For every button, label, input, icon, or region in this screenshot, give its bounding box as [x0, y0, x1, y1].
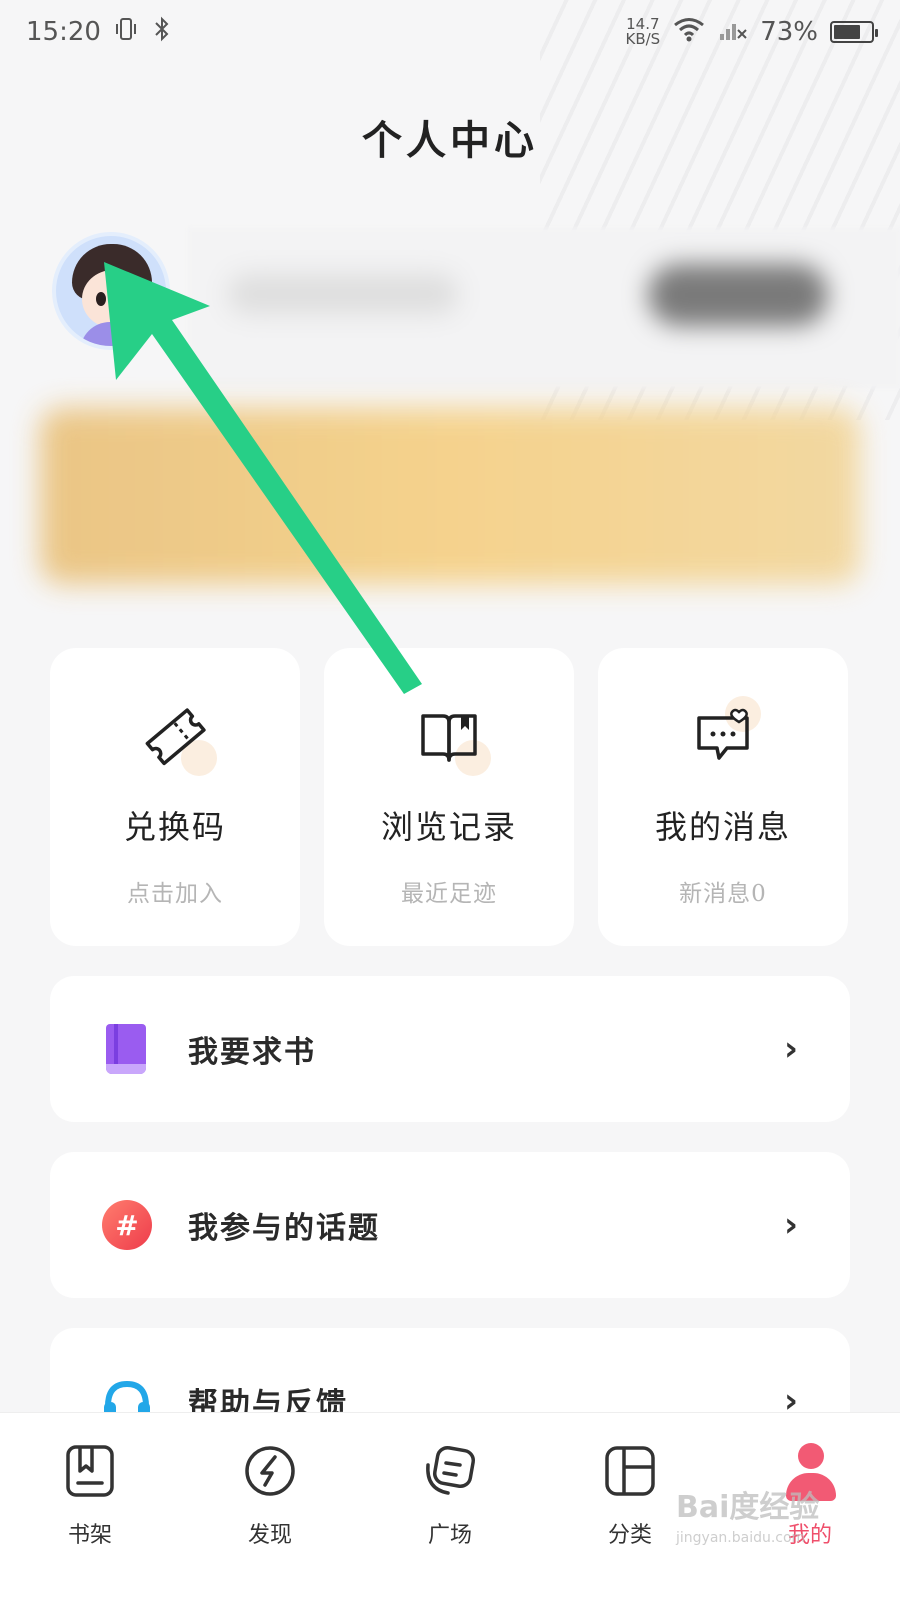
nav-bookshelf[interactable]: 书架 — [20, 1443, 160, 1549]
my-messages-card[interactable]: 我的消息 新消息0 — [598, 648, 848, 946]
vibrate-icon — [113, 16, 139, 49]
vip-banner-blurred[interactable] — [40, 408, 860, 584]
book-icon-shape — [106, 1024, 146, 1074]
watermark-brand: Bai度经验 — [676, 1490, 820, 1525]
nav-square[interactable]: 广场 — [380, 1443, 520, 1549]
battery-level — [834, 25, 860, 39]
nav-bookshelf-label: 书架 — [67, 1523, 112, 1548]
profile-info-blurred — [188, 228, 900, 388]
bluetooth-icon — [151, 16, 173, 49]
status-time: 15:20 — [26, 17, 101, 47]
my-topics-row[interactable]: # 我参与的话题 › — [50, 1152, 850, 1298]
redeem-code-subtitle: 点击加入 — [127, 881, 223, 907]
status-left: 15:20 — [26, 16, 173, 49]
avatar-body — [80, 322, 150, 346]
avatar-face — [82, 270, 144, 328]
net-speed: 14.7 KB/S — [626, 17, 661, 47]
ticket-icon — [143, 704, 217, 776]
battery-icon — [830, 21, 878, 43]
browse-history-subtitle: 最近足迹 — [401, 881, 497, 907]
compass-icon — [245, 1446, 295, 1496]
hashtag-icon-shape: # — [102, 1200, 152, 1250]
net-speed-unit: KB/S — [625, 30, 661, 48]
avatar-eye-left — [96, 292, 106, 306]
redeem-code-title: 兑换码 — [123, 808, 226, 846]
status-right: 14.7 KB/S 73% — [626, 16, 878, 49]
avatar-eye-right — [124, 292, 134, 306]
book-open-icon — [417, 704, 491, 776]
nav-category-label: 分类 — [607, 1523, 652, 1548]
square-chat-icon — [426, 1445, 476, 1495]
my-messages-title: 我的消息 — [654, 808, 791, 846]
chevron-right-icon: › — [783, 1205, 798, 1245]
book-icon — [102, 1024, 152, 1074]
bookshelf-icon — [66, 1445, 114, 1497]
user-icon-head — [798, 1443, 824, 1469]
browse-history-card[interactable]: 浏览记录 最近足迹 — [324, 648, 574, 946]
browse-history-title: 浏览记录 — [380, 808, 517, 846]
blurred-username — [228, 274, 458, 314]
page-title: 个人中心 — [362, 117, 538, 164]
my-topics-label: 我参与的话题 — [188, 1211, 380, 1246]
category-icon — [605, 1446, 655, 1496]
nav-discover[interactable]: 发现 — [200, 1443, 340, 1549]
blurred-action-button[interactable] — [648, 264, 828, 326]
wifi-icon — [672, 16, 706, 49]
nav-discover-label: 发现 — [247, 1523, 292, 1548]
status-bar: 15:20 14.7 KB/S 73% — [0, 0, 900, 64]
redeem-code-card[interactable]: 兑换码 点击加入 — [50, 648, 300, 946]
avatar[interactable] — [52, 232, 170, 350]
battery-percent: 73% — [760, 17, 818, 47]
request-book-label: 我要求书 — [188, 1035, 316, 1070]
message-heart-icon — [691, 696, 761, 768]
signal-icon — [718, 16, 748, 49]
chevron-right-icon: › — [783, 1029, 798, 1069]
hashtag-icon: # — [102, 1200, 152, 1250]
request-book-row[interactable]: 我要求书 › — [50, 976, 850, 1122]
nav-square-label: 广场 — [427, 1523, 472, 1548]
watermark: Bai度经验 jingyan.baidu.com — [676, 1482, 819, 1546]
quick-cards: 兑换码 点击加入 浏览记录 最近足迹 我的消息 新消息0 — [50, 648, 850, 946]
watermark-url: jingyan.baidu.com — [676, 1530, 806, 1546]
my-messages-subtitle: 新消息0 — [679, 881, 767, 907]
